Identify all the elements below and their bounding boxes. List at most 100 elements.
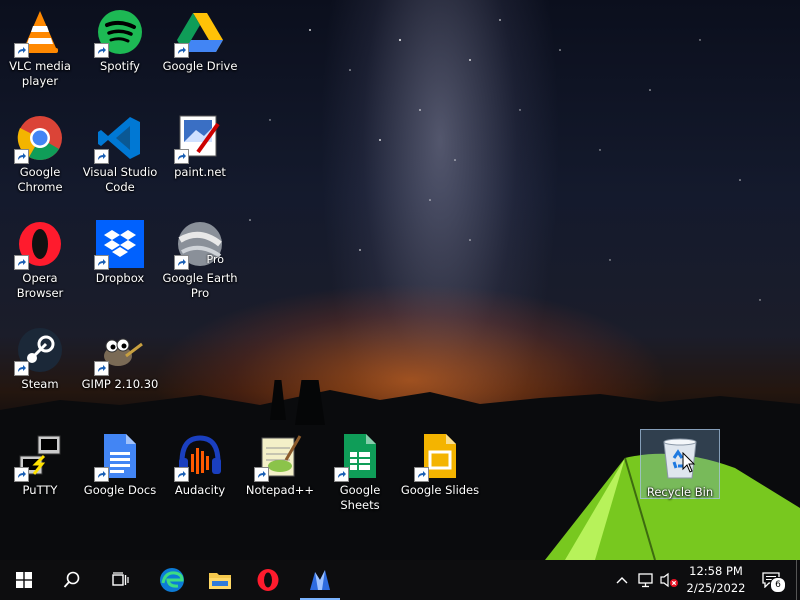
volume-button[interactable] [658, 560, 680, 600]
shortcut-arrow-icon [94, 467, 109, 482]
show-hidden-icons-button[interactable] [612, 560, 632, 600]
clock-time: 12:58 PM [689, 564, 743, 578]
desktop-icon-label: Dropbox [95, 271, 145, 285]
notepadpp-icon [254, 432, 304, 482]
audacity-icon [174, 432, 224, 482]
dropbox-icon [94, 220, 144, 270]
spotify-icon [94, 8, 144, 58]
taskbar-active-app[interactable] [296, 560, 344, 600]
desktop-icon-notepadpp[interactable]: Notepad++ [240, 428, 320, 498]
network-icon [638, 573, 653, 588]
chrome-icon [14, 114, 64, 164]
mouse-cursor-icon [682, 452, 696, 473]
desktop-icon-opera[interactable]: Opera Browser [0, 216, 80, 301]
desktop-icon-vlc[interactable]: VLC media player [0, 4, 80, 89]
shortcut-arrow-icon [14, 149, 29, 164]
opera-icon [14, 220, 64, 270]
desktop-icon-label: Visual Studio Code [82, 165, 158, 194]
paintnet-icon [174, 114, 224, 164]
desktop-icon-label: Google Drive [162, 59, 238, 73]
task-view-button[interactable] [96, 560, 144, 600]
google-earth-icon: Pro [174, 220, 224, 270]
desktop-icon-dropbox[interactable]: Dropbox [80, 216, 160, 286]
putty-icon [14, 432, 64, 482]
edge-icon [160, 568, 184, 592]
desktop-icon-spotify[interactable]: Spotify [80, 4, 160, 74]
shortcut-arrow-icon [254, 467, 269, 482]
desktop-icon-label: Google Chrome [17, 165, 63, 194]
notification-count-badge: 6 [770, 577, 786, 593]
desktop-icon-label: Google Sheets [339, 483, 381, 512]
vlc-icon [14, 8, 64, 58]
desktop-icon-label: Notepad++ [245, 483, 315, 497]
action-center-button[interactable]: 6 [756, 560, 786, 600]
file-explorer-icon [209, 573, 231, 589]
shortcut-arrow-icon [174, 43, 189, 58]
vscode-icon [94, 114, 144, 164]
start-button[interactable] [0, 560, 48, 600]
desktop-icon-vscode[interactable]: Visual Studio Code [80, 110, 160, 195]
google-docs-icon [94, 432, 144, 482]
desktop-icon-label: Google Slides [400, 483, 480, 497]
desktop-icon-chrome[interactable]: Google Chrome [0, 110, 80, 195]
shortcut-arrow-icon [94, 361, 109, 376]
desktop-icon-steam[interactable]: Steam [0, 322, 80, 392]
desktop-icon-label: Recycle Bin [646, 485, 714, 499]
steam-icon [14, 326, 64, 376]
desktop-icon-label: Google Earth Pro [162, 271, 238, 300]
desktop-icon-google-sheets[interactable]: Google Sheets [320, 428, 400, 513]
taskbar-clock[interactable]: 12:58 PM 2/25/2022 [680, 563, 752, 597]
shortcut-arrow-icon [94, 255, 109, 270]
shortcut-arrow-icon [334, 467, 349, 482]
chevron-up-icon [616, 577, 628, 584]
shortcut-arrow-icon [174, 255, 189, 270]
shortcut-arrow-icon [14, 467, 29, 482]
desktop-icon-label: Audacity [174, 483, 226, 497]
google-drive-icon [174, 8, 224, 58]
desktop-icon-google-drive[interactable]: Google Drive [160, 4, 240, 74]
desktop-icon-paintnet[interactable]: paint.net [160, 110, 240, 180]
shortcut-arrow-icon [414, 467, 429, 482]
desktop-icon-google-earth[interactable]: Pro Google Earth Pro [160, 216, 240, 301]
desktop-icon-recycle-bin[interactable]: Recycle Bin [640, 429, 720, 499]
desktop[interactable]: VLC media player Google Chrome Opera Bro… [0, 0, 800, 560]
volume-muted-icon [660, 572, 678, 588]
clock-date: 2/25/2022 [686, 581, 746, 595]
network-button[interactable] [636, 560, 656, 600]
desktop-icon-label: PuTTY [22, 483, 58, 497]
shortcut-arrow-icon [94, 43, 109, 58]
gimp-icon [94, 326, 144, 376]
desktop-icon-google-docs[interactable]: Google Docs [80, 428, 160, 498]
taskbar-edge[interactable] [148, 560, 196, 600]
shortcut-arrow-icon [14, 361, 29, 376]
show-desktop-button[interactable] [796, 560, 800, 600]
opera-icon [257, 569, 279, 591]
recycle-bin-icon [656, 434, 704, 482]
google-slides-icon [414, 432, 464, 482]
shortcut-arrow-icon [14, 43, 29, 58]
desktop-icon-label: Steam [21, 377, 59, 391]
pro-badge: Pro [206, 253, 224, 266]
desktop-icon-label: VLC media player [9, 59, 71, 88]
taskbar-file-explorer[interactable] [196, 560, 244, 600]
desktop-icon-google-slides[interactable]: Google Slides [400, 428, 480, 498]
desktop-icon-label: Opera Browser [16, 271, 64, 300]
desktop-icon-putty[interactable]: PuTTY [0, 428, 80, 498]
desktop-icon-label: Spotify [100, 59, 140, 73]
google-sheets-icon [334, 432, 384, 482]
shortcut-arrow-icon [174, 149, 189, 164]
shortcut-arrow-icon [174, 467, 189, 482]
shortcut-arrow-icon [94, 149, 109, 164]
taskbar: 12:58 PM 2/25/2022 6 [0, 560, 800, 600]
taskbar-opera[interactable] [244, 560, 292, 600]
desktop-icon-gimp[interactable]: GIMP 2.10.30 [80, 322, 160, 392]
shortcut-arrow-icon [14, 255, 29, 270]
task-view-icon [112, 572, 129, 586]
desktop-icon-label: paint.net [174, 165, 226, 179]
desktop-icon-label: Google Docs [83, 483, 157, 497]
desktop-icon-audacity[interactable]: Audacity [160, 428, 240, 498]
app-icon [310, 570, 330, 590]
search-button[interactable] [48, 560, 96, 600]
desktop-icon-label: GIMP 2.10.30 [81, 377, 159, 391]
windows-start-icon [16, 572, 32, 588]
